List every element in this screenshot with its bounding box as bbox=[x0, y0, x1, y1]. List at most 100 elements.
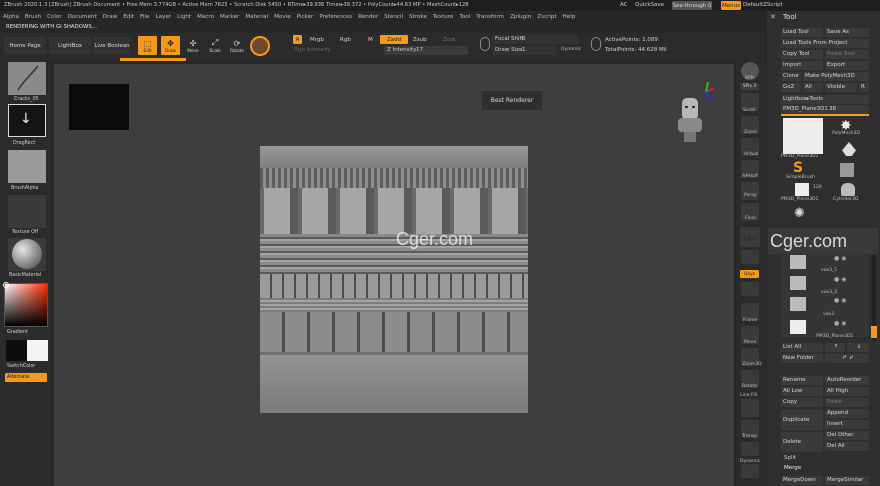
home-page-button[interactable]: Home Page bbox=[4, 37, 46, 54]
m-button[interactable]: M bbox=[368, 37, 373, 43]
menu-draw[interactable]: Draw bbox=[103, 14, 118, 20]
draw-button[interactable]: ✥ Draw bbox=[161, 36, 180, 55]
del-all-button[interactable]: Del All bbox=[825, 442, 869, 451]
sculpt-plane[interactable] bbox=[260, 146, 528, 413]
subtool-eye-icon-1[interactable]: ● ◉ bbox=[834, 276, 846, 283]
subtool-thumb-0[interactable] bbox=[790, 255, 806, 269]
lightbox-button[interactable]: LightBox bbox=[49, 37, 91, 54]
all-high-button[interactable]: All High bbox=[825, 387, 869, 396]
menu-document[interactable]: Document bbox=[68, 14, 97, 20]
simplebrush-icon[interactable]: S bbox=[793, 160, 803, 176]
move-button[interactable]: ✣ Move bbox=[184, 36, 202, 55]
pivot-icon[interactable] bbox=[741, 282, 759, 296]
r-button[interactable]: R bbox=[859, 83, 869, 92]
material-sphere-icon[interactable] bbox=[250, 36, 270, 56]
menu-file[interactable]: File bbox=[140, 14, 149, 20]
delete-button[interactable]: Delete bbox=[781, 432, 823, 452]
primary-color-swatch[interactable] bbox=[6, 340, 27, 361]
subtool-eye-icon[interactable]: ● ◉ bbox=[834, 255, 846, 262]
brush-thumbnail[interactable] bbox=[8, 62, 46, 95]
save-as-button[interactable]: Save As bbox=[825, 28, 869, 37]
visible-button[interactable]: Visible bbox=[825, 83, 857, 92]
copy-subtool-button[interactable]: Copy bbox=[781, 398, 823, 407]
arrow-down-icon[interactable]: ↓ bbox=[847, 343, 869, 352]
a-button[interactable]: A bbox=[293, 35, 302, 44]
copy-tool-button[interactable]: Copy Tool bbox=[781, 50, 823, 59]
menu-macro[interactable]: Macro bbox=[197, 14, 214, 20]
paste-tool-button[interactable]: Paste Tool bbox=[825, 50, 869, 59]
export-button[interactable]: Export bbox=[825, 61, 869, 70]
list-all-button[interactable]: List All bbox=[781, 343, 823, 352]
merge-header[interactable]: Merge bbox=[784, 465, 801, 471]
folder-arrows-icon[interactable]: ↱ ↲ bbox=[825, 354, 869, 363]
menu-alpha[interactable]: Alpha bbox=[3, 14, 19, 20]
zadd-button[interactable]: Zadd bbox=[380, 35, 408, 44]
focal-shift-slider[interactable]: Focal Shift 0 bbox=[492, 35, 578, 44]
spix-slider[interactable]: SPix 3 bbox=[740, 83, 759, 90]
menu-zscript[interactable]: Zscript bbox=[537, 14, 556, 20]
z-intensity-slider[interactable]: Z Intensity 17 bbox=[384, 46, 468, 55]
ac-label[interactable]: AC bbox=[620, 2, 628, 8]
menu-preferences[interactable]: Preferences bbox=[319, 14, 352, 20]
alpha-thumbnail[interactable] bbox=[8, 150, 46, 183]
duplicate-button[interactable]: Duplicate bbox=[781, 410, 823, 430]
make-polymesh-button[interactable]: Make PolyMesh3D bbox=[803, 72, 869, 81]
subtool-thumb-3[interactable] bbox=[790, 320, 806, 334]
cylinder-icon[interactable] bbox=[841, 183, 855, 196]
menu-light[interactable]: Light bbox=[177, 14, 191, 20]
stroke-thumbnail[interactable]: ↓ bbox=[8, 104, 46, 137]
solo-icon[interactable] bbox=[741, 464, 759, 478]
plane-thumb-icon[interactable] bbox=[840, 163, 854, 177]
alternate-button[interactable]: Alternate bbox=[5, 373, 47, 382]
default-zscript-button[interactable]: DefaultZScript bbox=[743, 2, 783, 8]
menu-marker[interactable]: Marker bbox=[220, 14, 239, 20]
import-button[interactable]: Import bbox=[781, 61, 823, 70]
paste-subtool-button[interactable]: Paste bbox=[825, 398, 869, 407]
menu-tool[interactable]: Tool bbox=[459, 14, 470, 20]
menu-edit[interactable]: Edit bbox=[123, 14, 134, 20]
merge-similar-button[interactable]: MergeSimilar bbox=[825, 476, 869, 485]
menu-layer[interactable]: Layer bbox=[156, 14, 172, 20]
load-from-project-button[interactable]: Load Tools From Project bbox=[781, 39, 869, 48]
menu-movie[interactable]: Movie bbox=[274, 14, 291, 20]
merge-down-button[interactable]: MergeDown bbox=[781, 476, 823, 485]
clone-button[interactable]: Clone bbox=[781, 72, 801, 81]
sphere-thumb-icon[interactable]: ✺ bbox=[794, 206, 805, 221]
zsub-button[interactable]: Zsub bbox=[413, 37, 427, 43]
gradient-label[interactable]: Gradient bbox=[7, 330, 28, 335]
zcut-button[interactable]: Zcut bbox=[443, 37, 455, 43]
autoreorder-button[interactable]: AutoReorder bbox=[825, 376, 869, 385]
all-button[interactable]: All bbox=[803, 83, 823, 92]
goz-button[interactable]: GoZ bbox=[781, 83, 801, 92]
menu-transform[interactable]: Transform bbox=[476, 14, 504, 20]
tool-thumb-plane[interactable] bbox=[783, 118, 823, 154]
navigation-thumbnail[interactable] bbox=[69, 84, 129, 130]
lock-icon[interactable] bbox=[741, 250, 759, 264]
current-tool-slider[interactable]: PM3D_Plane3D1 38 bbox=[781, 105, 869, 114]
subtool-thumb-1[interactable] bbox=[790, 276, 806, 290]
rotate-button[interactable]: ⟳ Rotate bbox=[228, 36, 246, 55]
menu-help[interactable]: Help bbox=[563, 14, 576, 20]
lightbox-tools-button[interactable]: Lightbox▸Tools bbox=[781, 95, 869, 104]
subtool-thumb-2[interactable] bbox=[790, 297, 806, 311]
menu-brush[interactable]: Brush bbox=[25, 14, 41, 20]
menu-zplugin[interactable]: Zplugin bbox=[510, 14, 531, 20]
menu-stencil[interactable]: Stencil bbox=[384, 14, 403, 20]
plane-small-icon[interactable] bbox=[795, 183, 809, 196]
texture-thumbnail[interactable] bbox=[8, 195, 46, 228]
load-tool-button[interactable]: Load Tool bbox=[781, 28, 823, 37]
qxyz-button[interactable]: Qxyz bbox=[740, 270, 759, 278]
menu-material[interactable]: Material bbox=[245, 14, 268, 20]
orientation-gizmo-icon[interactable] bbox=[664, 78, 720, 148]
split-header[interactable]: Split bbox=[784, 455, 796, 461]
menu-texture[interactable]: Texture bbox=[433, 14, 453, 20]
subtool-scroll-thumb[interactable] bbox=[871, 326, 877, 338]
rgb-intensity-slider[interactable]: Rgb Intensity bbox=[294, 47, 331, 53]
ghost-icon[interactable] bbox=[741, 442, 759, 456]
rgb-button[interactable]: Rgb bbox=[340, 37, 351, 43]
color-picker[interactable] bbox=[3, 282, 48, 327]
draw-size-slider[interactable]: Draw Size 1 bbox=[492, 46, 556, 55]
polyf-icon[interactable] bbox=[741, 399, 759, 417]
arrow-up-icon[interactable]: ↑ bbox=[825, 343, 845, 352]
focal-curve-icon[interactable] bbox=[480, 37, 490, 51]
